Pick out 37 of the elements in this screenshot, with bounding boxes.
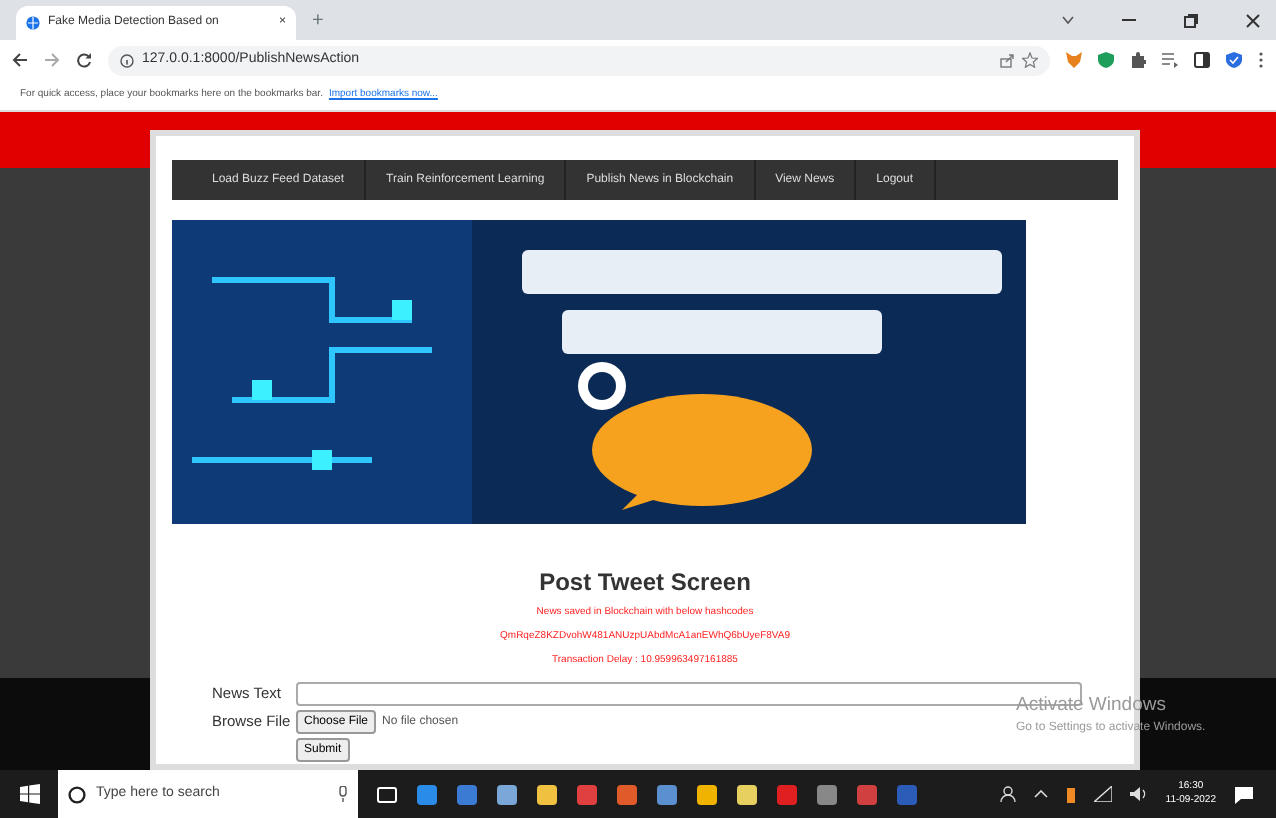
- star-icon[interactable]: [1022, 52, 1038, 68]
- share-icon[interactable]: [1000, 53, 1014, 67]
- fox-icon[interactable]: [1066, 52, 1082, 68]
- menu-icon[interactable]: [1258, 52, 1264, 68]
- new-tab-button[interactable]: +: [312, 5, 324, 35]
- tray-chevron-icon[interactable]: [1033, 790, 1048, 798]
- restore-icon[interactable]: [1184, 13, 1198, 27]
- globe-icon: [26, 16, 40, 30]
- app-icon[interactable]: [656, 783, 678, 805]
- app-icon[interactable]: [816, 783, 838, 805]
- reload-icon[interactable]: [76, 52, 92, 68]
- minimize-icon[interactable]: [1122, 18, 1136, 22]
- start-icon[interactable]: [20, 784, 40, 804]
- chevron-down-icon[interactable]: [1062, 16, 1074, 24]
- back-icon[interactable]: [12, 52, 28, 68]
- puzzle-icon[interactable]: [1130, 52, 1146, 68]
- close-icon[interactable]: [1246, 13, 1260, 27]
- task-view-icon[interactable]: [376, 783, 398, 805]
- queue-icon[interactable]: [1162, 52, 1178, 68]
- app-icon[interactable]: [496, 783, 518, 805]
- people-icon[interactable]: [999, 786, 1016, 802]
- microphone-icon[interactable]: [338, 786, 348, 802]
- app-icon[interactable]: [616, 783, 638, 805]
- shield-icon[interactable]: [1226, 52, 1242, 68]
- shield-icon[interactable]: [1098, 52, 1114, 68]
- app-icon[interactable]: [536, 783, 558, 805]
- side-panel-icon[interactable]: [1194, 52, 1210, 68]
- info-icon: [120, 53, 134, 67]
- app-icon[interactable]: [416, 783, 438, 805]
- app-icon[interactable]: [696, 783, 718, 805]
- search-icon: [68, 785, 86, 803]
- battery-icon: [1065, 785, 1076, 803]
- volume-icon[interactable]: [1129, 786, 1148, 802]
- app-icon[interactable]: [736, 783, 758, 805]
- notification-icon[interactable]: [1234, 785, 1254, 803]
- network-icon[interactable]: [1093, 786, 1112, 802]
- page-heading: Post Tweet Screen: [537, 566, 753, 600]
